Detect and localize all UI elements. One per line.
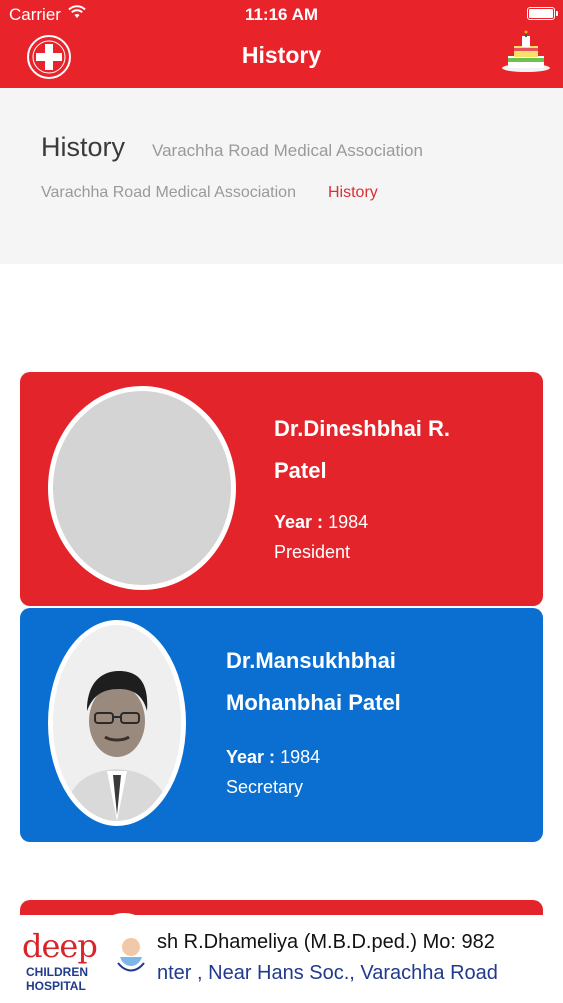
avatar — [48, 620, 186, 826]
ad-brand-name: deep — [22, 927, 98, 965]
ad-text-line1: sh R.Dhameliya (M.B.D.ped.) Mo: 982 — [157, 931, 495, 953]
year-label: Year : — [226, 747, 276, 767]
year-value: 1984 — [328, 512, 369, 532]
avatar — [48, 386, 236, 590]
status-time: 11:16 AM — [244, 5, 319, 24]
member-role: Secretary — [226, 777, 304, 797]
member-name: Dr.Dineshbhai R. Patel — [274, 416, 451, 483]
breadcrumb-item-association[interactable]: Varachha Road Medical Association — [41, 184, 296, 202]
ad-text-line2: nter , Near Hans Soc., Varachha Road — [157, 962, 498, 984]
portrait-photo — [53, 625, 181, 821]
member-card[interactable]: Dr.Mansukhbhai Mohanbhai Patel Year : 19… — [20, 608, 543, 842]
ad-brand-line2: HOSPITAL — [26, 979, 86, 993]
member-year: Year : 1984 — [274, 512, 368, 533]
member-name: Dr.Mansukhbhai Mohanbhai Patel — [226, 648, 401, 715]
year-label: Year : — [274, 512, 324, 532]
page-subtitle: Varachha Road Medical Association — [152, 141, 423, 160]
status-bar: Carrier 11:16 AM — [0, 0, 563, 30]
breadcrumb-item-history[interactable]: History — [328, 184, 378, 202]
member-card[interactable]: Dr.Dineshbhai R. Patel Year : 1984 Presi… — [20, 372, 543, 606]
ad-brand-logo: deep CHILDREN HOSPITAL — [22, 927, 152, 997]
nav-title: History — [241, 42, 322, 68]
page-title: History — [41, 132, 126, 162]
battery-icon — [527, 7, 558, 20]
member-role: President — [274, 542, 351, 562]
birthday-cake-icon[interactable] — [500, 30, 552, 74]
ad-brand-line1: CHILDREN — [26, 965, 88, 979]
ad-banner[interactable]: deep CHILDREN HOSPITAL sh R.Dhameliya (M… — [0, 913, 563, 1003]
page-header — [0, 88, 563, 264]
navigation-bar: Carrier 11:16 AM History — [0, 0, 563, 88]
year-value: 1984 — [280, 747, 321, 767]
member-year: Year : 1984 — [226, 747, 320, 768]
baby-icon — [117, 938, 145, 972]
